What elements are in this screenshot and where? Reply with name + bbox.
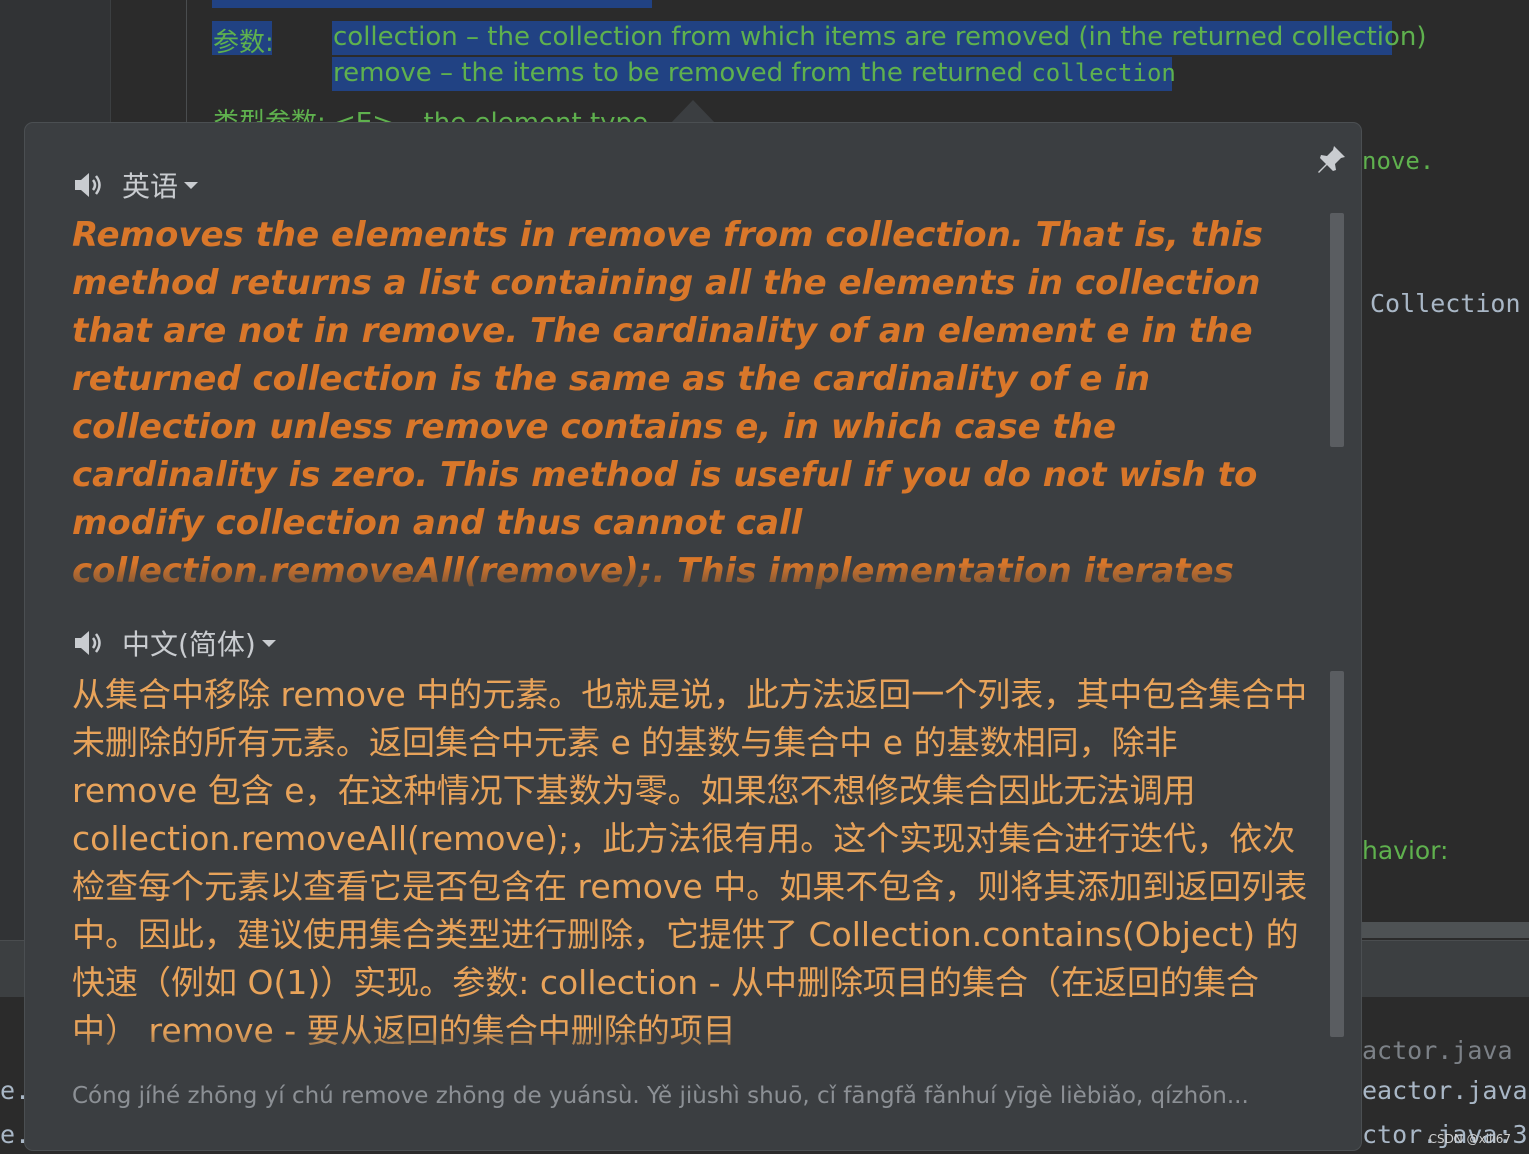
caret-down-icon bbox=[184, 181, 199, 189]
watermark: CSDN @xiii67 bbox=[1428, 1132, 1511, 1146]
doc-param-line1: collection – the collection from which i… bbox=[333, 22, 1427, 52]
target-language-dropdown[interactable]: 中文(简体) bbox=[122, 623, 276, 663]
ide-indent-guide bbox=[186, 0, 187, 130]
doc-param-line2: remove – the items to be removed from th… bbox=[333, 58, 1176, 88]
ide-scrollbar-horizontal[interactable] bbox=[1362, 922, 1529, 938]
speaker-icon[interactable] bbox=[72, 169, 104, 201]
pin-button[interactable] bbox=[1314, 143, 1348, 177]
doc-param-line2-text: remove – the items to be removed from th… bbox=[333, 58, 1032, 88]
pin-icon bbox=[1318, 146, 1345, 173]
right-text-5: eactor.java bbox=[1362, 1076, 1528, 1105]
source-fade bbox=[72, 563, 1304, 603]
target-fade bbox=[72, 1031, 1312, 1067]
right-text-3: havior: bbox=[1362, 836, 1449, 865]
source-language-label: 英语 bbox=[122, 170, 179, 203]
doc-param-line2-code: collection bbox=[1031, 59, 1176, 87]
right-text-2: Collection bbox=[1370, 289, 1521, 318]
source-text: Removes the elements in remove from coll… bbox=[72, 215, 1264, 591]
right-text-1: nove. bbox=[1362, 147, 1435, 175]
caret-down-icon bbox=[261, 639, 276, 647]
source-language-dropdown[interactable]: 英语 bbox=[122, 165, 199, 205]
speaker-icon[interactable] bbox=[72, 627, 104, 659]
target-scrollbar[interactable] bbox=[1330, 671, 1344, 1037]
pinyin-text: Cóng jíhé zhōng yí chú remove zhōng de y… bbox=[72, 1083, 1249, 1109]
target-language-label: 中文(简体) bbox=[122, 628, 256, 661]
target-text: 从集合中移除 remove 中的元素。也就是说，此方法返回一个列表，其中包含集合… bbox=[72, 675, 1308, 1050]
popup-pointer bbox=[670, 100, 716, 124]
source-language-row: 英语 bbox=[72, 165, 199, 205]
target-language-row: 中文(简体) bbox=[72, 623, 276, 663]
doc-selection-1 bbox=[212, 0, 652, 8]
right-text-4: actor.java bbox=[1362, 1036, 1513, 1065]
source-scrollbar[interactable] bbox=[1330, 213, 1344, 447]
translation-popup: 英语 Removes the elements in remove from c… bbox=[25, 123, 1361, 1150]
doc-param-label: 参数: bbox=[213, 28, 274, 58]
